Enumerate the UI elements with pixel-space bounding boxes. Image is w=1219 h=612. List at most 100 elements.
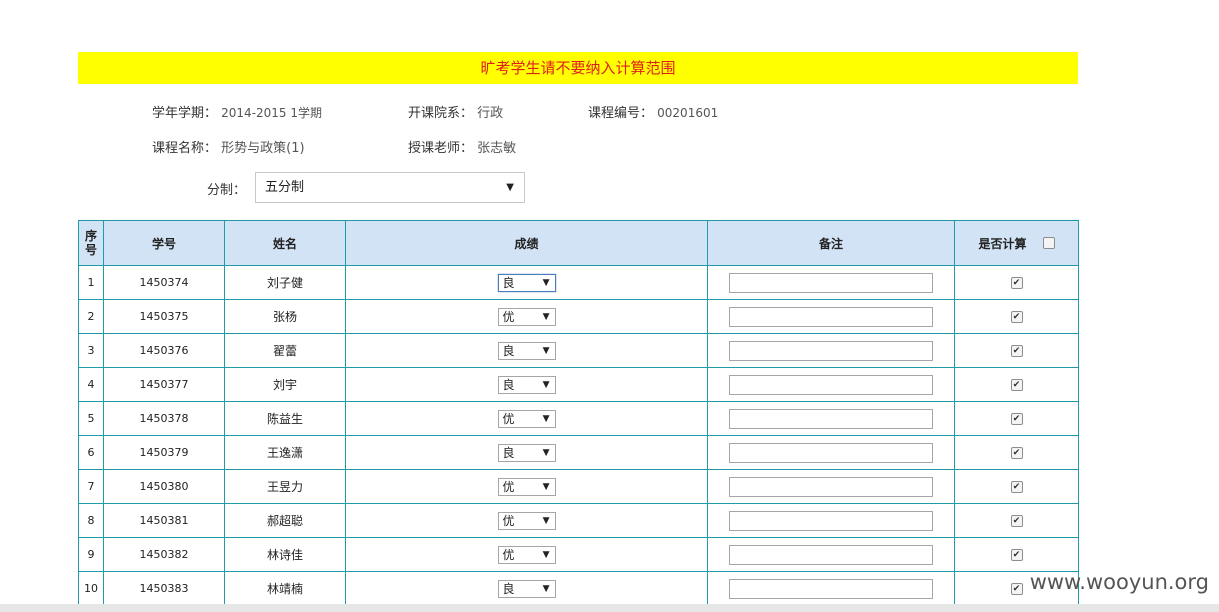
table-row: 2 1450375 张杨优 ▼ ✔ — [78, 299, 1079, 334]
cell-grade: 良 ▼ — [345, 333, 708, 368]
cell-count: ✔ — [954, 333, 1079, 368]
cell-idx: 5 — [78, 401, 104, 436]
chevron-down-icon: ▼ — [542, 345, 550, 356]
grade-select[interactable]: 良 ▼ — [497, 375, 556, 394]
cell-grade: 优 ▼ — [345, 503, 708, 538]
watermark: www.wooyun.org — [1029, 570, 1209, 594]
horizontal-scrollbar[interactable] — [0, 604, 1219, 612]
grade-value: 优 — [502, 547, 515, 562]
check-icon: ✔ — [1012, 448, 1021, 458]
cell-count: ✔ — [954, 435, 1079, 470]
grade-select[interactable]: 优 ▼ — [497, 511, 556, 530]
remark-input[interactable] — [729, 476, 933, 497]
cell-sid: 1450379 — [103, 435, 225, 470]
count-checkbox[interactable]: ✔ — [1010, 345, 1023, 357]
cell-remark — [707, 503, 955, 538]
grade-select[interactable]: 优 ▼ — [497, 307, 556, 326]
teacher-label: 授课老师： — [408, 141, 474, 156]
grade-value: 优 — [502, 309, 515, 324]
cell-sid: 1450381 — [103, 503, 225, 538]
cell-count: ✔ — [954, 299, 1079, 334]
header-count-label: 是否计算 — [978, 236, 1027, 251]
count-checkbox[interactable]: ✔ — [1010, 277, 1023, 289]
remark-input[interactable] — [729, 578, 933, 599]
grade-select[interactable]: 良 ▼ — [497, 341, 556, 360]
grade-select[interactable]: 良 ▼ — [497, 443, 556, 462]
cell-count: ✔ — [954, 469, 1079, 504]
grade-select[interactable]: 优 ▼ — [497, 477, 556, 496]
count-checkbox[interactable]: ✔ — [1010, 379, 1023, 391]
select-all-checkbox[interactable] — [1042, 236, 1055, 249]
term-value: 2014-2015 1学期 — [221, 106, 323, 120]
remark-input[interactable] — [729, 306, 933, 327]
cell-name: 刘宇 — [224, 367, 346, 402]
table-body: 1 1450374 刘子健良 ▼ ✔ 2 1450375 张杨优 ▼ ✔ 3 1450376 翟蕾良 ▼ ✔… — [78, 265, 1079, 606]
cell-name: 林靖楠 — [224, 571, 346, 606]
cell-idx: 8 — [78, 503, 104, 538]
course-no-label: 课程编号： — [588, 106, 654, 121]
cell-count: ✔ — [954, 265, 1079, 300]
grade-select[interactable]: 优 ▼ — [497, 545, 556, 564]
cell-remark — [707, 265, 955, 300]
cell-idx: 3 — [78, 333, 104, 368]
count-checkbox[interactable]: ✔ — [1010, 583, 1023, 595]
chevron-down-icon: ▼ — [542, 447, 550, 458]
cell-name: 郝超聪 — [224, 503, 346, 538]
cell-sid: 1450377 — [103, 367, 225, 402]
cell-name: 刘子健 — [224, 265, 346, 300]
count-checkbox[interactable]: ✔ — [1010, 311, 1023, 323]
cell-sid: 1450383 — [103, 571, 225, 606]
warning-banner: 旷考学生请不要纳入计算范围 — [78, 52, 1078, 84]
grade-value: 优 — [502, 513, 515, 528]
count-checkbox[interactable]: ✔ — [1010, 515, 1023, 527]
table-row: 5 1450378 陈益生优 ▼ ✔ — [78, 401, 1079, 436]
remark-input[interactable] — [729, 510, 933, 531]
course-name-info: 课程名称： 形势与政策(1) — [152, 137, 305, 156]
cell-name: 王逸潇 — [224, 435, 346, 470]
header-count: 是否计算 — [954, 220, 1079, 266]
cell-remark — [707, 367, 955, 402]
dept-label: 开课院系： — [408, 106, 474, 121]
count-checkbox[interactable]: ✔ — [1010, 447, 1023, 459]
scale-select-value: 五分制 — [265, 180, 305, 195]
cell-grade: 良 ▼ — [345, 265, 708, 300]
cell-grade: 良 ▼ — [345, 571, 708, 606]
grade-select[interactable]: 优 ▼ — [497, 409, 556, 428]
header-idx: 序号 — [78, 220, 104, 266]
remark-input[interactable] — [729, 544, 933, 565]
cell-name: 王昱力 — [224, 469, 346, 504]
grades-table: 序号 学号 姓名 成绩 备注 是否计算 1 1450374 刘子健良 ▼ ✔ 2 14503… — [78, 220, 1079, 606]
dept-value: 行政 — [477, 106, 504, 121]
chevron-down-icon: ▼ — [542, 413, 550, 424]
count-checkbox[interactable]: ✔ — [1010, 413, 1023, 425]
chevron-down-icon: ▼ — [542, 515, 550, 526]
table-row: 6 1450379 王逸潇良 ▼ ✔ — [78, 435, 1079, 470]
grade-select[interactable]: 良 ▼ — [497, 273, 556, 292]
count-checkbox[interactable]: ✔ — [1010, 549, 1023, 561]
course-name-label: 课程名称： — [152, 141, 218, 156]
table-row: 8 1450381 郝超聪优 ▼ ✔ — [78, 503, 1079, 538]
count-checkbox[interactable]: ✔ — [1010, 481, 1023, 493]
grade-value: 优 — [502, 479, 515, 494]
cell-grade: 优 ▼ — [345, 537, 708, 572]
table-row: 7 1450380 王昱力优 ▼ ✔ — [78, 469, 1079, 504]
check-icon: ✔ — [1012, 584, 1021, 594]
remark-input[interactable] — [729, 374, 933, 395]
dept-info: 开课院系： 行政 — [408, 102, 503, 121]
grade-select[interactable]: 良 ▼ — [497, 579, 556, 598]
remark-input[interactable] — [729, 272, 933, 293]
cell-grade: 优 ▼ — [345, 299, 708, 334]
chevron-down-icon: ▼ — [542, 379, 550, 390]
cell-remark — [707, 435, 955, 470]
table-row: 9 1450382 林诗佳优 ▼ ✔ — [78, 537, 1079, 572]
remark-input[interactable] — [729, 408, 933, 429]
remark-input[interactable] — [729, 442, 933, 463]
course-no-info: 课程编号： 00201601 — [588, 102, 718, 121]
remark-input[interactable] — [729, 340, 933, 361]
cell-idx: 7 — [78, 469, 104, 504]
cell-remark — [707, 571, 955, 606]
scale-select[interactable]: 五分制 ▼ — [255, 172, 525, 203]
chevron-down-icon: ▼ — [542, 583, 550, 594]
table-header-row: 序号 学号 姓名 成绩 备注 是否计算 — [78, 220, 1079, 266]
course-name-value: 形势与政策(1) — [221, 141, 305, 156]
